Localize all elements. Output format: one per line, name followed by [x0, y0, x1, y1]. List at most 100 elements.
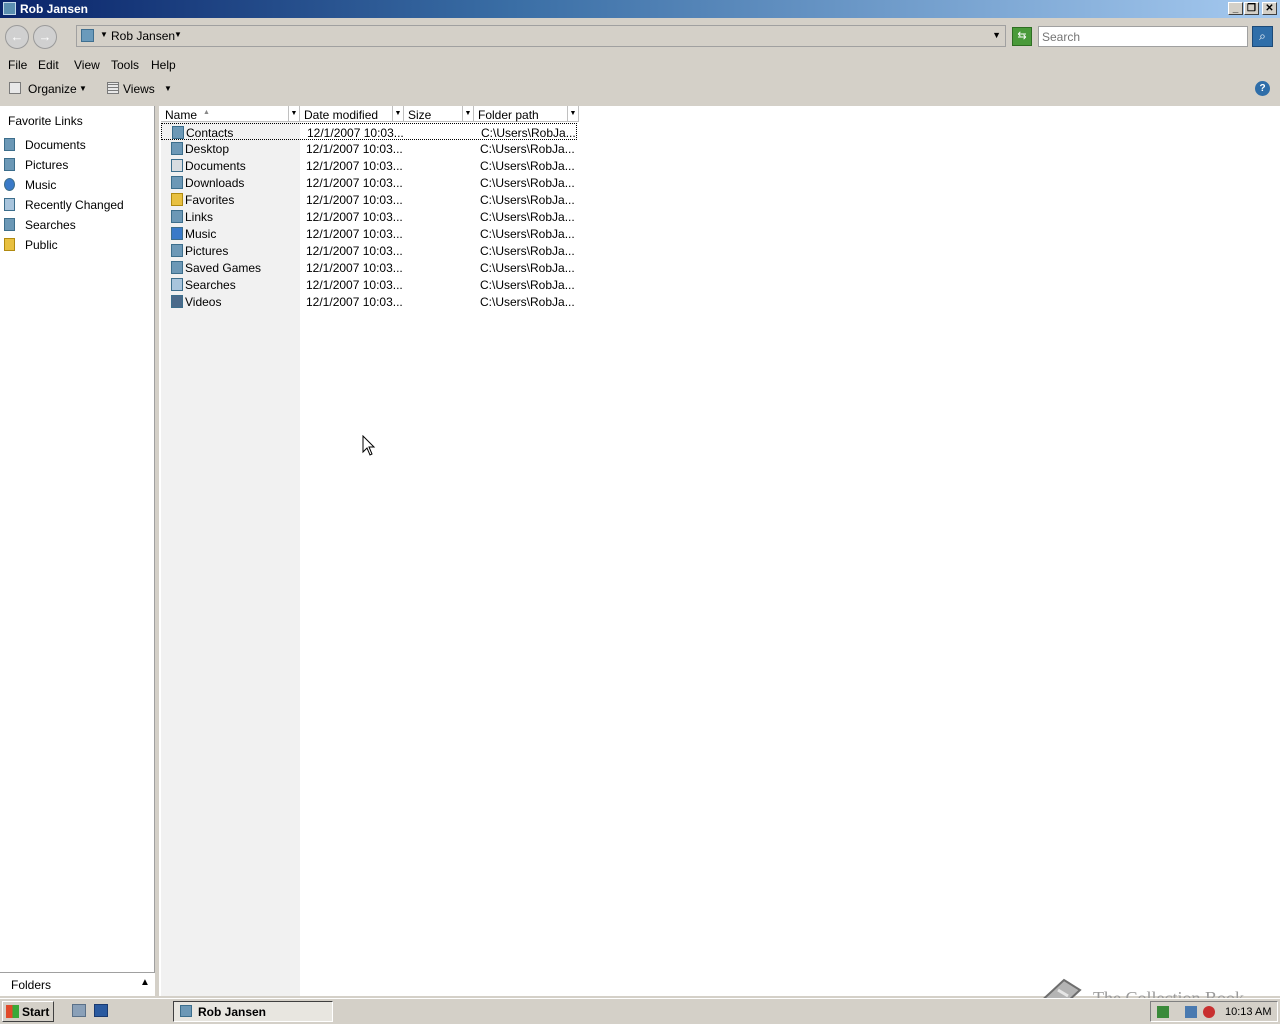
- chevron-up-icon[interactable]: ▲: [140, 977, 150, 988]
- file-date: 12/1/2007 10:03...: [306, 176, 403, 190]
- folders-toggle[interactable]: Folders ▲: [0, 972, 155, 996]
- search-input[interactable]: [1038, 26, 1248, 47]
- nav-link-searches[interactable]: Searches: [0, 216, 150, 234]
- music-icon: [4, 178, 15, 191]
- file-name: Videos: [185, 295, 222, 309]
- window-title: Rob Jansen: [20, 2, 89, 16]
- organize-icon: [9, 82, 21, 94]
- file-name: Downloads: [185, 176, 245, 190]
- window-icon: [3, 2, 16, 15]
- searches-icon: [171, 278, 183, 291]
- clock[interactable]: 10:13 AM: [1225, 1006, 1271, 1018]
- address-history-dropdown-icon[interactable]: ▼: [992, 30, 1001, 40]
- table-row[interactable]: Music 12/1/2007 10:03... C:\Users\RobJa.…: [161, 225, 577, 242]
- column-header-name[interactable]: Name ▲ ▼: [161, 106, 300, 122]
- organize-button[interactable]: Organize: [28, 82, 77, 96]
- network-icon[interactable]: [1185, 1006, 1197, 1018]
- table-row[interactable]: Favorites 12/1/2007 10:03... C:\Users\Ro…: [161, 191, 577, 208]
- file-name: Searches: [185, 278, 236, 292]
- nav-link-public[interactable]: Public: [0, 236, 150, 254]
- file-name: Pictures: [185, 244, 229, 258]
- file-date: 12/1/2007 10:03...: [307, 126, 404, 140]
- videos-icon: [171, 295, 183, 308]
- file-date: 12/1/2007 10:03...: [306, 210, 403, 224]
- start-button[interactable]: Start: [2, 1001, 54, 1022]
- search-button[interactable]: ⌕: [1252, 26, 1273, 47]
- column-header-label: Size: [408, 108, 432, 122]
- column-header-date-modified[interactable]: Date modified ▼: [300, 106, 404, 122]
- minimize-button[interactable]: _: [1228, 2, 1243, 15]
- help-icon[interactable]: ?: [1255, 81, 1270, 96]
- column-filter-dropdown-icon[interactable]: ▼: [288, 106, 299, 121]
- column-header-folder-path[interactable]: Folder path ▼: [474, 106, 579, 122]
- column-filter-dropdown-icon[interactable]: ▼: [392, 106, 403, 121]
- file-path: C:\Users\RobJa...: [480, 159, 575, 173]
- column-header-label: Folder path: [478, 108, 539, 122]
- table-row[interactable]: Links 12/1/2007 10:03... C:\Users\RobJa.…: [161, 208, 577, 225]
- file-name: Saved Games: [185, 261, 262, 275]
- file-path: C:\Users\RobJa...: [481, 126, 576, 140]
- links-icon: [171, 210, 183, 223]
- menu-edit[interactable]: Edit: [38, 58, 59, 72]
- nav-link-recently-changed[interactable]: Recently Changed: [0, 196, 150, 214]
- volume-muted-icon[interactable]: [1203, 1006, 1215, 1018]
- table-row[interactable]: Pictures 12/1/2007 10:03... C:\Users\Rob…: [161, 242, 577, 259]
- taskbar-window-button[interactable]: Rob Jansen: [173, 1001, 333, 1022]
- server-manager-icon[interactable]: [72, 1004, 86, 1017]
- back-button[interactable]: ←: [5, 25, 29, 49]
- breadcrumb[interactable]: Rob Jansen: [111, 29, 175, 43]
- breadcrumb-arrow-icon[interactable]: ▼: [100, 30, 108, 39]
- file-path: C:\Users\RobJa...: [480, 193, 575, 207]
- nav-link-pictures[interactable]: Pictures: [0, 156, 150, 174]
- views-button[interactable]: Views: [123, 82, 155, 96]
- file-date: 12/1/2007 10:03...: [306, 295, 403, 309]
- file-path: C:\Users\RobJa...: [480, 210, 575, 224]
- column-filter-dropdown-icon[interactable]: ▼: [462, 106, 473, 121]
- menu-help[interactable]: Help: [151, 58, 176, 72]
- table-row[interactable]: Videos 12/1/2007 10:03... C:\Users\RobJa…: [161, 293, 577, 310]
- table-row[interactable]: Downloads 12/1/2007 10:03... C:\Users\Ro…: [161, 174, 577, 191]
- nav-link-label: Music: [25, 178, 57, 192]
- table-row[interactable]: Documents 12/1/2007 10:03... C:\Users\Ro…: [161, 157, 577, 174]
- file-name: Favorites: [185, 193, 235, 207]
- nav-link-label: Recently Changed: [25, 198, 124, 212]
- table-row[interactable]: Searches 12/1/2007 10:03... C:\Users\Rob…: [161, 276, 577, 293]
- file-path: C:\Users\RobJa...: [480, 142, 575, 156]
- security-icon[interactable]: [1157, 1006, 1169, 1018]
- show-desktop-icon[interactable]: [94, 1004, 108, 1017]
- restore-button[interactable]: ❐: [1244, 2, 1259, 15]
- nav-link-music[interactable]: Music: [0, 176, 150, 194]
- breadcrumb-dropdown-icon[interactable]: ▼: [174, 30, 182, 39]
- forward-button[interactable]: →: [33, 25, 57, 49]
- desktop-icon: [171, 142, 183, 155]
- views-dropdown-icon[interactable]: ▼: [164, 84, 172, 93]
- pictures-icon: [171, 244, 183, 257]
- favorite-links-heading: Favorite Links: [8, 114, 83, 128]
- menu-bar: File Edit View Tools Help: [0, 55, 1280, 75]
- table-row[interactable]: Desktop 12/1/2007 10:03... C:\Users\RobJ…: [161, 140, 577, 157]
- music-icon: [171, 227, 183, 240]
- refresh-button[interactable]: ⇆: [1012, 27, 1032, 46]
- file-date: 12/1/2007 10:03...: [306, 193, 403, 207]
- column-header-size[interactable]: Size ▼: [404, 106, 474, 122]
- address-bar[interactable]: ▼ Rob Jansen ▼ ▼: [76, 25, 1006, 47]
- file-name: Contacts: [186, 126, 234, 140]
- public-folder-icon: [4, 238, 15, 251]
- file-path: C:\Users\RobJa...: [480, 176, 575, 190]
- table-row[interactable]: Saved Games 12/1/2007 10:03... C:\Users\…: [161, 259, 577, 276]
- menu-file[interactable]: File: [8, 58, 27, 72]
- saved-games-icon: [171, 261, 183, 274]
- column-filter-dropdown-icon[interactable]: ▼: [567, 106, 578, 121]
- file-path: C:\Users\RobJa...: [480, 227, 575, 241]
- organize-dropdown-icon[interactable]: ▼: [79, 84, 87, 93]
- menu-view[interactable]: View: [74, 58, 100, 72]
- nav-link-documents[interactable]: Documents: [0, 136, 150, 154]
- close-button[interactable]: ✕: [1262, 2, 1277, 15]
- recently-changed-icon: [4, 198, 15, 211]
- downloads-icon: [171, 176, 183, 189]
- file-path: C:\Users\RobJa...: [480, 244, 575, 258]
- nav-link-label: Public: [25, 238, 58, 252]
- menu-tools[interactable]: Tools: [111, 58, 139, 72]
- table-row[interactable]: Contacts 12/1/2007 10:03... C:\Users\Rob…: [161, 123, 577, 140]
- nav-link-label: Documents: [25, 138, 86, 152]
